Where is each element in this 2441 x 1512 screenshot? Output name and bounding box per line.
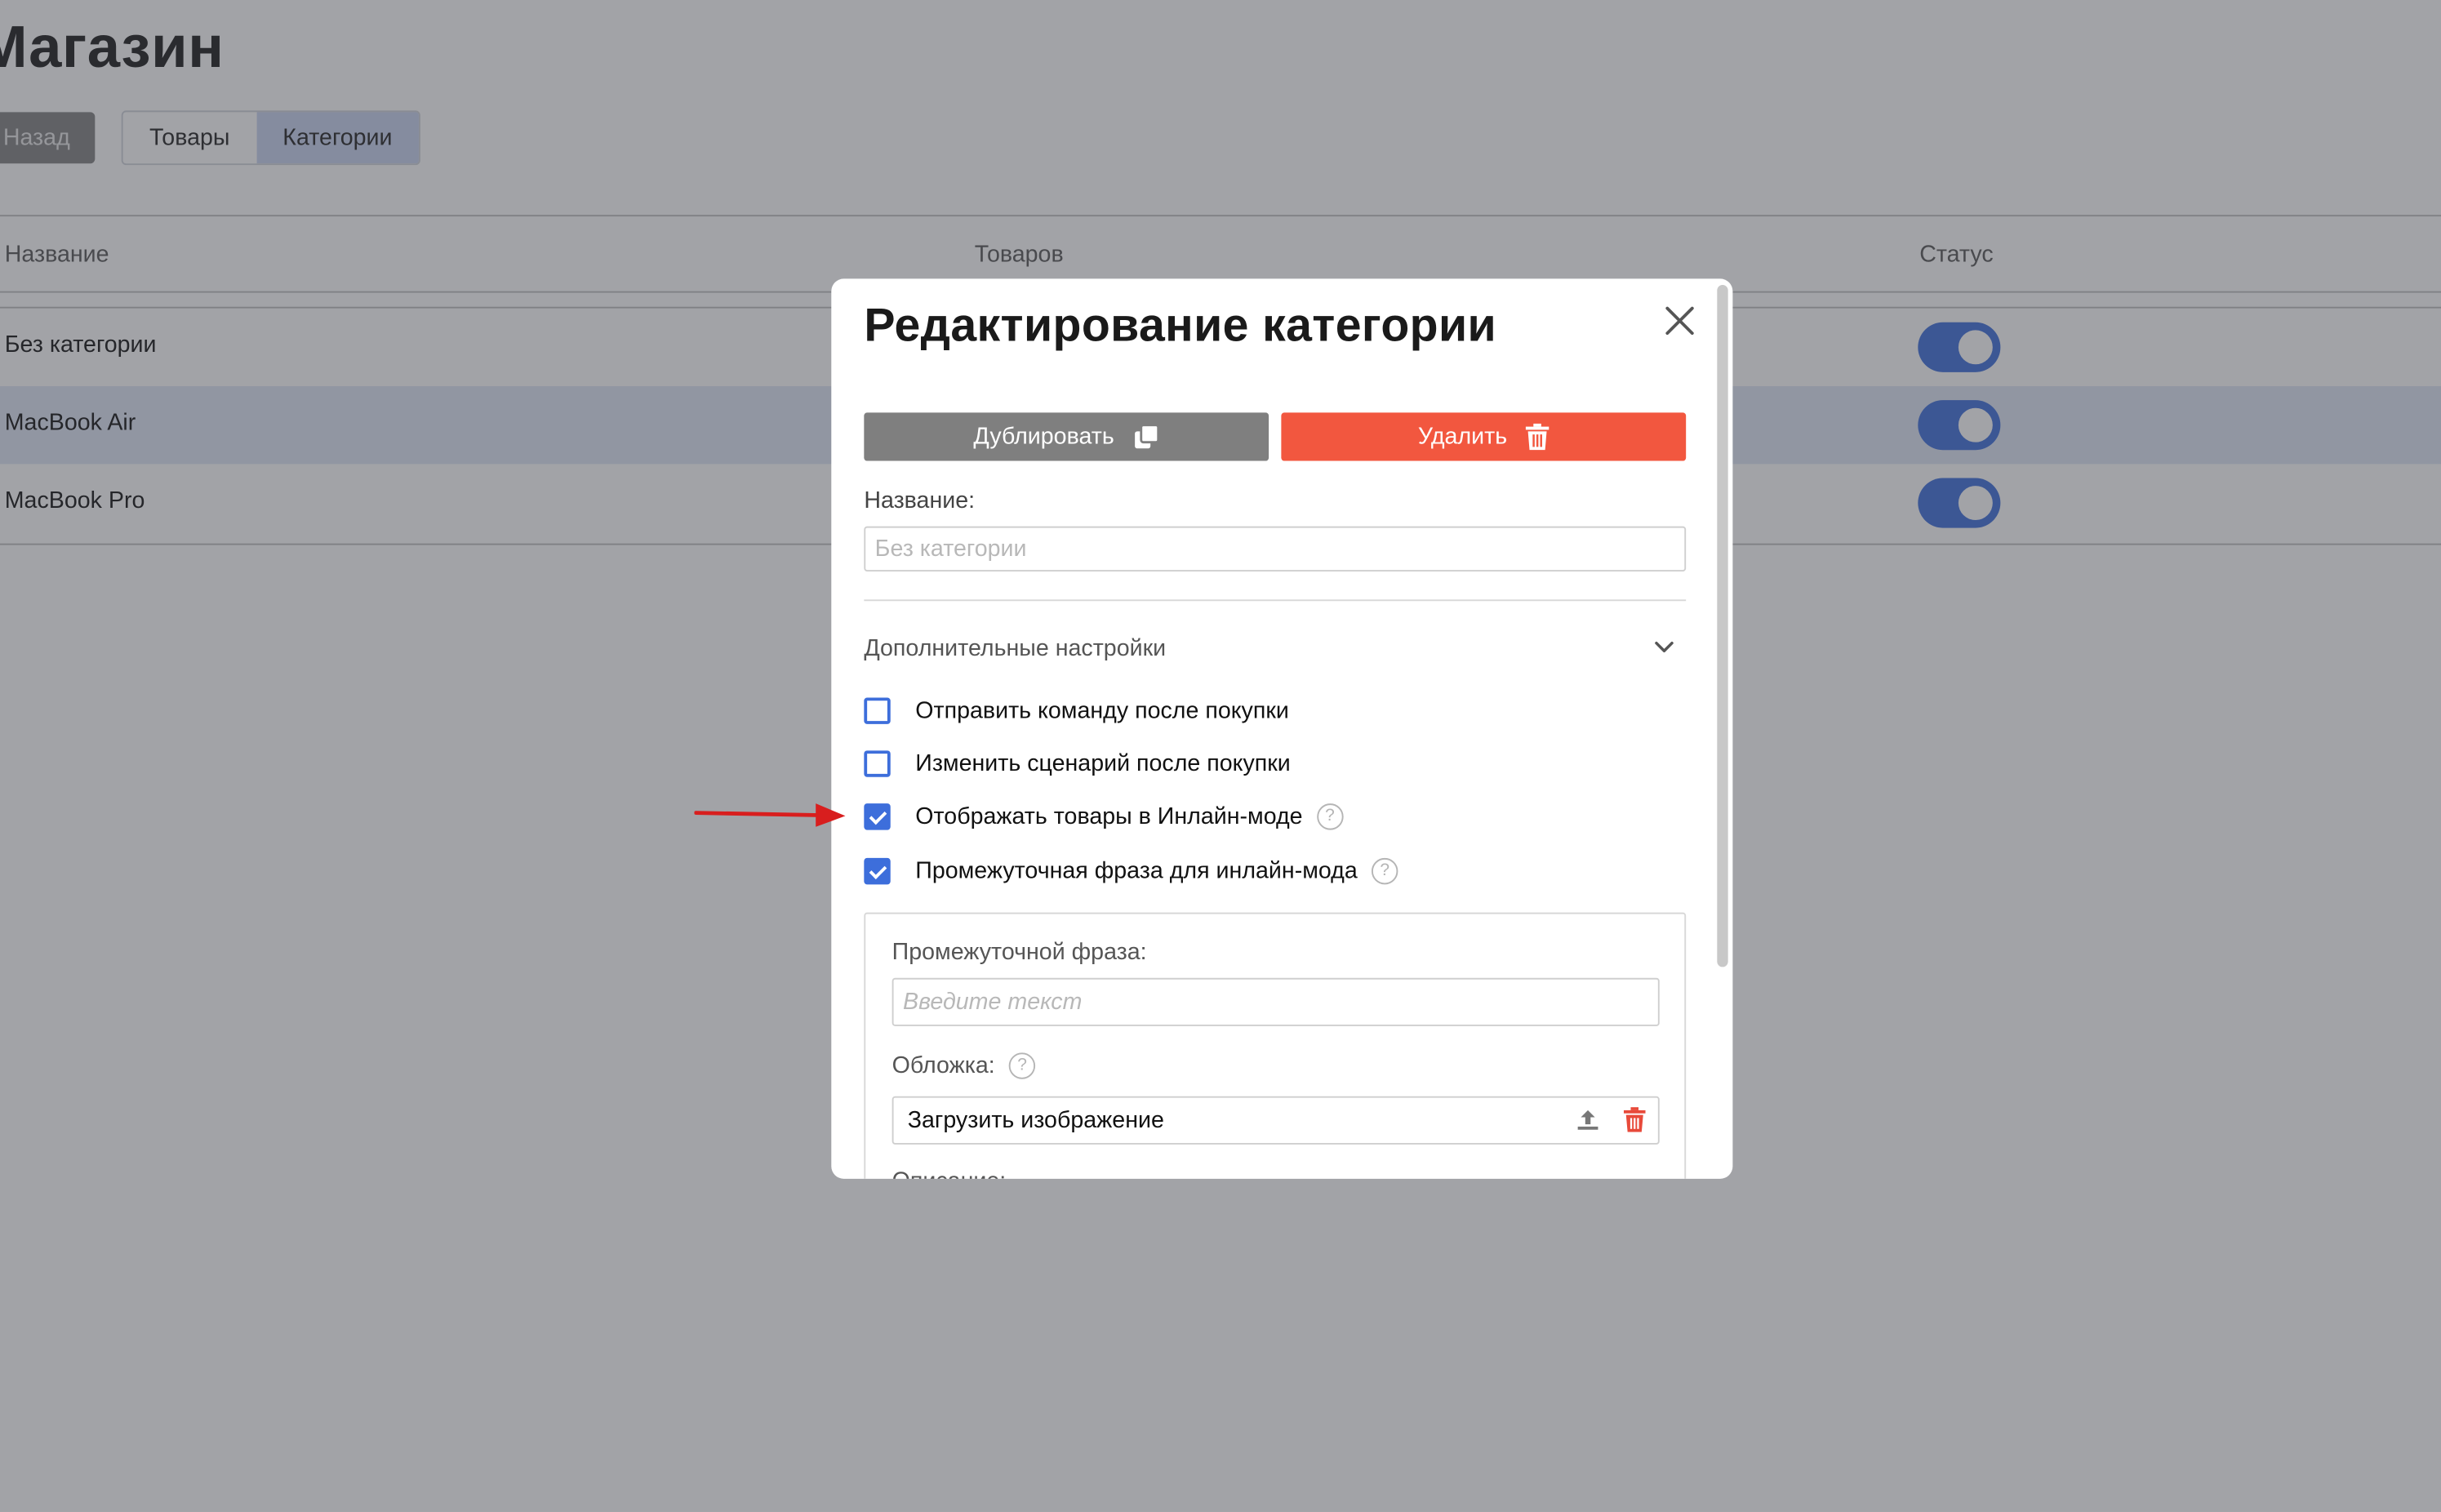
checkbox[interactable] xyxy=(864,749,891,776)
divider xyxy=(864,599,1687,602)
upload-label: Загрузить изображение xyxy=(907,1107,1164,1134)
option-inline-mode[interactable]: Отображать товары в Инлайн-моде ? xyxy=(864,802,1344,829)
phrase-label: Промежуточной фраза: xyxy=(891,939,1147,966)
trash-icon[interactable] xyxy=(1623,1107,1646,1132)
inline-settings-panel: Промежуточной фраза: Обложка: ? Загрузит… xyxy=(864,912,1687,1179)
name-input[interactable] xyxy=(864,526,1687,571)
checkbox[interactable] xyxy=(864,856,891,884)
annotation-arrow-icon xyxy=(694,803,846,827)
option-label: Изменить сценарий после покупки xyxy=(915,749,1291,776)
option-change-scenario[interactable]: Изменить сценарий после покупки xyxy=(864,749,1291,776)
cover-upload-field[interactable]: Загрузить изображение xyxy=(891,1096,1660,1145)
help-icon[interactable]: ? xyxy=(1371,856,1398,884)
modal-scrollbar[interactable] xyxy=(1717,285,1728,967)
option-send-command[interactable]: Отправить команду после покупки xyxy=(864,696,1289,724)
cover-label: Обложка: xyxy=(891,1052,995,1079)
help-icon[interactable]: ? xyxy=(1316,803,1344,829)
modal-title: Редактирование категории xyxy=(864,300,1497,353)
name-label: Название: xyxy=(864,487,976,514)
description-label: Описание: xyxy=(892,1167,1007,1178)
option-label: Отправить команду после покупки xyxy=(915,696,1289,723)
checkbox[interactable] xyxy=(864,803,891,829)
trash-icon xyxy=(1526,423,1550,451)
phrase-input[interactable] xyxy=(891,977,1660,1026)
option-label: Отображать товары в Инлайн-моде xyxy=(915,803,1303,829)
option-inline-phrase[interactable]: Промежуточная фраза для инлайн-мода ? xyxy=(864,856,1398,884)
cover-label-row: Обложка: ? xyxy=(891,1052,1036,1079)
chevron-down-icon[interactable] xyxy=(1652,634,1677,659)
checkbox[interactable] xyxy=(864,696,891,723)
copy-icon xyxy=(1134,424,1159,449)
edit-category-modal: Редактирование категории Дублировать Уда… xyxy=(831,278,1733,1179)
advanced-settings-label[interactable]: Дополнительные настройки xyxy=(864,635,1166,661)
upload-icon[interactable] xyxy=(1576,1107,1601,1132)
delete-label: Удалить xyxy=(1417,423,1508,451)
duplicate-button[interactable]: Дублировать xyxy=(864,412,1269,461)
option-label: Промежуточная фраза для инлайн-мода xyxy=(915,856,1358,884)
duplicate-label: Дублировать xyxy=(973,423,1114,451)
help-icon[interactable]: ? xyxy=(1008,1052,1036,1079)
close-icon[interactable] xyxy=(1663,304,1697,338)
delete-button[interactable]: Удалить xyxy=(1281,412,1687,461)
